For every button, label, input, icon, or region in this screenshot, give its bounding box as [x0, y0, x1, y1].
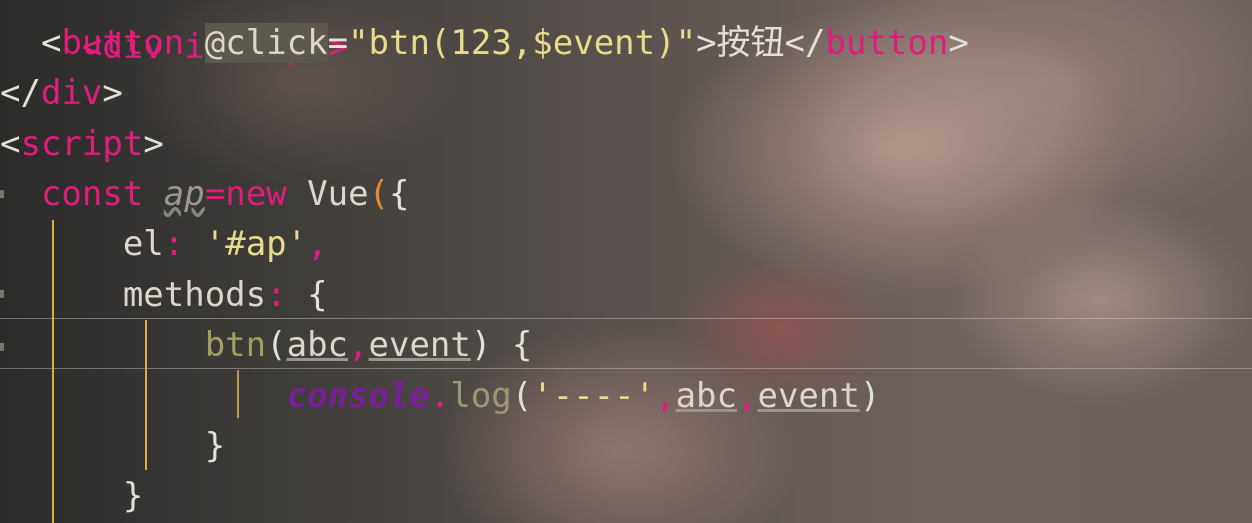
code-token: , — [737, 376, 758, 416]
code-line: const ap=new Vue({ — [0, 169, 410, 219]
code-token: '----' — [532, 376, 656, 416]
code-line: methods: { — [0, 270, 328, 320]
code-token: . — [429, 376, 451, 416]
code-token: , — [307, 224, 328, 264]
code-token: < — [40, 23, 62, 63]
code-token: script — [20, 124, 144, 164]
code-token: ( — [266, 325, 287, 365]
code-token: abc — [675, 376, 737, 416]
code-token: ) — [470, 325, 492, 365]
code-token: ( — [368, 174, 390, 214]
code-line: } — [0, 421, 225, 471]
code-token: > — [696, 23, 717, 63]
code-token: </ — [0, 73, 41, 113]
code-token: } — [204, 426, 226, 466]
code-token: { — [307, 275, 328, 315]
code-token: ( — [511, 376, 533, 416]
code-token: button — [825, 23, 949, 63]
code-token: = — [327, 23, 349, 63]
code-token: , — [655, 376, 676, 416]
code-token: } — [122, 476, 144, 516]
code-line: </div> — [0, 68, 123, 118]
code-token: > — [948, 23, 969, 63]
code-line: btn(abc,event) { — [0, 320, 533, 370]
code-line: <button @click="btn(123,$event)">按钮</but… — [0, 18, 969, 68]
code-token: : — [266, 275, 287, 315]
code-line: el: '#ap', — [0, 219, 328, 269]
code-token: event — [368, 325, 471, 365]
code-token: > — [143, 124, 164, 164]
code-token: > — [102, 73, 123, 113]
code-line: <script> — [0, 119, 164, 169]
code-token: ) — [859, 376, 881, 416]
code-line: } — [0, 471, 143, 521]
code-token: 按钮 — [716, 23, 785, 63]
code-token: el — [122, 224, 164, 264]
code-token: '#ap' — [204, 224, 308, 264]
code-token: < — [0, 124, 21, 164]
code-token: = — [204, 174, 226, 214]
code-token: { — [389, 174, 410, 214]
code-token: log — [450, 376, 512, 416]
code-token: button — [61, 23, 185, 63]
code-token: : — [163, 224, 185, 264]
code-token: new — [225, 174, 287, 214]
code-token: abc — [286, 325, 349, 365]
code-token: ap — [163, 174, 205, 214]
code-token: console — [286, 376, 430, 416]
code-token: { — [511, 325, 533, 365]
code-token: Vue — [307, 174, 369, 214]
code-token: const — [40, 174, 144, 214]
code-token: methods — [122, 275, 267, 315]
code-token: btn — [204, 325, 267, 365]
code-token: @click — [204, 23, 328, 63]
code-token: div — [40, 73, 103, 113]
code-token: event — [757, 376, 860, 416]
code-line: console.log('----',abc,event) — [0, 371, 881, 421]
code-token: "btn(123,$event)" — [348, 23, 697, 63]
code-token: , — [348, 325, 369, 365]
code-token: </ — [784, 23, 826, 63]
code-editor[interactable]: <div id="ap"> <button @click="btn(123,$e… — [0, 0, 1252, 523]
